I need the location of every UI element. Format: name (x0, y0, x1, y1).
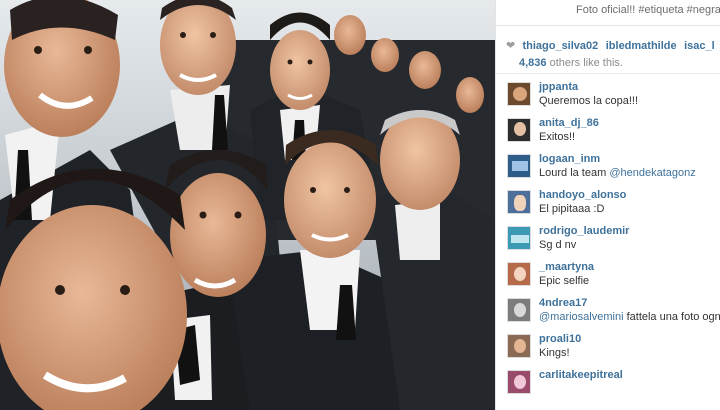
others-count-link[interactable]: 4,836 (519, 57, 547, 69)
caption-text: Foto oficial!! #etiqueta #negra (576, 4, 720, 16)
avatar[interactable] (507, 298, 531, 322)
comment-item: jppanta Queremos la copa!!! (496, 76, 720, 112)
comment-username[interactable]: handoyo_alonso (539, 189, 626, 201)
mention-link[interactable]: @mariosalvemini (539, 311, 624, 323)
heart-icon[interactable]: ❤ (506, 39, 518, 52)
avatar[interactable] (507, 154, 531, 178)
comment-text-prefix: Lourd la team (539, 167, 610, 179)
comment-text: Kings! (539, 347, 570, 359)
comment-item: anita_dj_86 Exitos!! (496, 112, 720, 148)
comment-text: Epic selfie (539, 275, 590, 287)
comment-item: _maartyna Epic selfie (496, 256, 720, 292)
comment-text-suffix: fattela una foto ogn (623, 311, 720, 323)
comment-item: 4ndrea17 @mariosalvemini fattela una fot… (496, 292, 720, 328)
comment-text: Lourd la team @hendekatagonz (539, 167, 696, 179)
avatar[interactable] (507, 370, 531, 394)
comment-username[interactable]: logaan_inm (539, 153, 600, 165)
avatar[interactable] (507, 118, 531, 142)
comment-text: Exitos!! (539, 131, 576, 143)
comment-username[interactable]: _maartyna (539, 261, 594, 273)
liker-link[interactable]: thiago_silva02 (522, 40, 598, 52)
liker-link[interactable]: ibledmathilde (606, 40, 677, 52)
comment-username[interactable]: jppanta (539, 81, 578, 93)
avatar[interactable] (507, 190, 531, 214)
comment-item: handoyo_alonso El pipitaaa :D (496, 184, 720, 220)
comment-text: Queremos la copa!!! (539, 95, 639, 107)
comment-item: proali10 Kings! (496, 328, 720, 364)
liker-link[interactable]: isac_l (684, 40, 715, 52)
likes-section: ❤ thiago_silva02 ibledmathilde isac_l 4,… (496, 26, 720, 74)
comment-item: carlitakeepitreal (496, 364, 720, 400)
comment-text: @mariosalvemini fattela una foto ogn (539, 311, 720, 323)
mention-link[interactable]: @hendekatagonz (609, 167, 695, 179)
post-caption: Foto oficial!! #etiqueta #negra (496, 0, 720, 26)
avatar[interactable] (507, 82, 531, 106)
comments-panel: Foto oficial!! #etiqueta #negra ❤ thiago… (495, 0, 720, 410)
likes-count: 4,836 others like this. (506, 57, 720, 69)
comment-text: Sg d nv (539, 239, 577, 251)
comment-username[interactable]: rodrigo_laudemir (539, 225, 629, 237)
avatar[interactable] (507, 226, 531, 250)
comment-username[interactable]: 4ndrea17 (539, 297, 587, 309)
avatar[interactable] (507, 334, 531, 358)
others-suffix: others like this. (549, 57, 623, 69)
comment-username[interactable]: anita_dj_86 (539, 117, 599, 129)
comment-text: El pipitaaa :D (539, 203, 605, 215)
comment-item: rodrigo_laudemir Sg d nv (496, 220, 720, 256)
post-photo[interactable] (0, 0, 495, 410)
avatar[interactable] (507, 262, 531, 286)
comment-username[interactable]: proali10 (539, 333, 581, 345)
team-selfie-illustration (0, 0, 495, 410)
comment-item: logaan_inm Lourd la team @hendekatagonz (496, 148, 720, 184)
comment-username[interactable]: carlitakeepitreal (539, 369, 623, 381)
